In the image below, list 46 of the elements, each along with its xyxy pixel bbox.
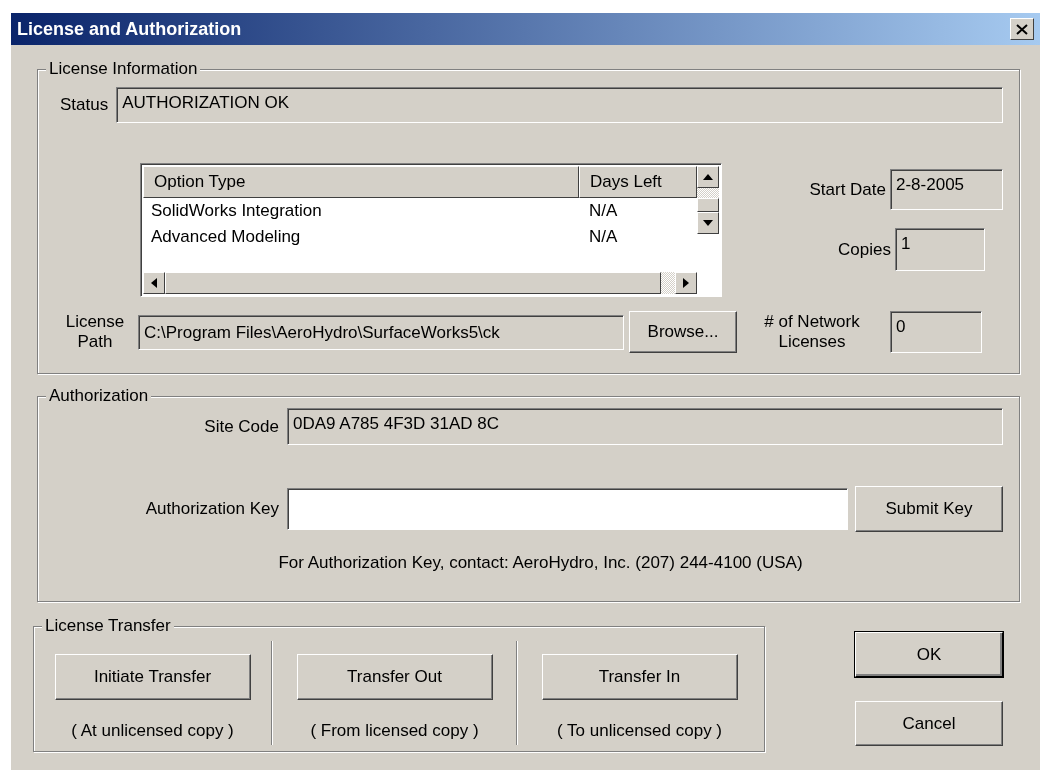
table-cell-text: Advanced Modeling [150, 226, 302, 248]
left-arrow-icon [151, 278, 157, 288]
close-icon [1016, 23, 1028, 35]
ok-button[interactable]: OK [855, 632, 1003, 677]
field-label: # of Network Licenses [763, 312, 861, 352]
scroll-down-button[interactable] [697, 212, 719, 234]
scroll-left-button[interactable] [143, 272, 165, 294]
site-code-field: 0DA9 A785 4F3D 31AD 8C [287, 408, 1003, 445]
status-field: AUTHORIZATION OK [116, 87, 1003, 123]
license-path-field: C:\Program Files\AeroHydro\SurfaceWorks5\ck [138, 314, 624, 350]
cancel-button[interactable]: Cancel [855, 701, 1003, 746]
field-label: Start Date [809, 178, 886, 201]
transfer-note: ( From licensed copy ) [310, 720, 479, 742]
table-cell-text: SolidWorks Integration [150, 200, 323, 222]
transfer-button[interactable]: Initiate Transfer [54, 654, 251, 700]
copies-field: 1 [895, 228, 985, 271]
authorization-key-field[interactable] [287, 488, 848, 530]
scrollbar-track [661, 272, 675, 294]
submit-key-button[interactable]: Submit Key [855, 486, 1003, 532]
table-cell-text: N/A [588, 200, 618, 222]
field-label: License Path [64, 312, 126, 352]
contact-text: For Authorization Key, contact: AeroHydro, Inc. (207) 244-4100 (USA) [277, 552, 804, 574]
field-label: Status [60, 94, 109, 117]
scrollbar-thumb[interactable] [165, 272, 661, 294]
scroll-right-button[interactable] [675, 272, 697, 294]
close-button[interactable] [1010, 18, 1034, 40]
column-header[interactable]: Option Type [143, 166, 579, 198]
transfer-button[interactable]: Transfer In [541, 654, 738, 700]
transfer-note: ( At unlicensed copy ) [71, 720, 234, 742]
window-title: License and Authorization [17, 17, 242, 41]
column-header[interactable]: Days Left [579, 166, 697, 198]
scrollbar-track [697, 188, 719, 198]
field-label: Site Code [204, 415, 279, 438]
browse-button[interactable]: Browse... [629, 311, 737, 353]
transfer-button[interactable]: Transfer Out [296, 654, 493, 700]
right-arrow-icon [683, 278, 689, 288]
up-arrow-icon [703, 174, 713, 180]
scrollbar-thumb[interactable] [697, 198, 719, 212]
transfer-note: ( To unlicensed copy ) [556, 720, 723, 742]
field-label: Copies [838, 238, 891, 261]
start-date-field: 2-8-2005 [890, 169, 1003, 210]
network-licenses-field: 0 [890, 311, 982, 353]
table-cell-text: N/A [588, 226, 618, 248]
scroll-up-button[interactable] [697, 166, 719, 188]
field-label: Authorization Key [145, 498, 279, 521]
down-arrow-icon [703, 220, 713, 226]
